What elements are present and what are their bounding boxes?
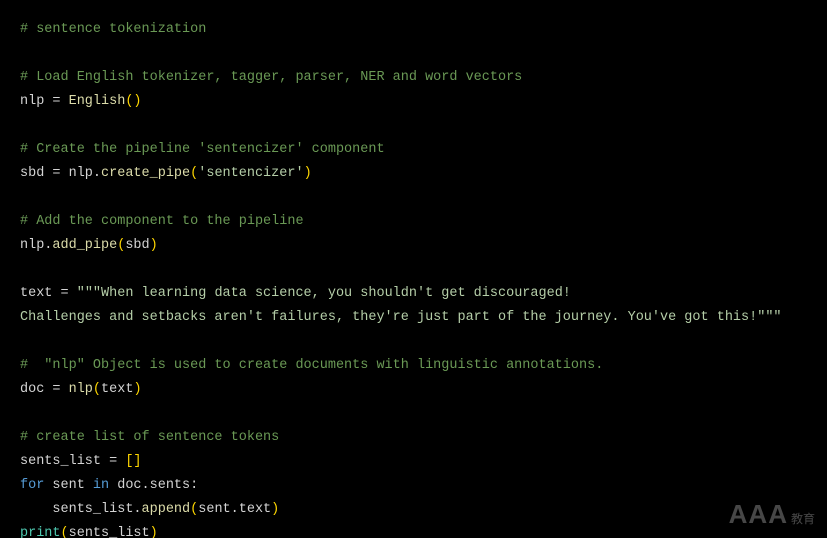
code-token: # sentence tokenization (20, 22, 206, 37)
code-line (20, 330, 807, 354)
code-token: in (93, 478, 109, 493)
code-token: nlp = (20, 94, 69, 109)
code-token: sbd = nlp. (20, 166, 101, 181)
code-token: ) (271, 502, 279, 517)
code-line: print(sents_list) (20, 522, 807, 538)
code-token: doc = (20, 382, 69, 397)
code-token: ) (150, 526, 158, 538)
code-token: # Load English tokenizer, tagger, parser… (20, 70, 522, 85)
code-line: # Add the component to the pipeline (20, 210, 807, 234)
code-token: print (20, 526, 61, 538)
code-token: ) (304, 166, 312, 181)
code-line: # "nlp" Object is used to create documen… (20, 354, 807, 378)
code-token: text (101, 382, 133, 397)
code-token: """When learning data science, you shoul… (77, 286, 571, 301)
code-line: # Load English tokenizer, tagger, parser… (20, 66, 807, 90)
code-line: # create list of sentence tokens (20, 426, 807, 450)
code-line: sbd = nlp.create_pipe('sentencizer') (20, 162, 807, 186)
code-token: # Add the component to the pipeline (20, 214, 304, 229)
code-line: Challenges and setbacks aren't failures,… (20, 306, 807, 330)
code-line (20, 402, 807, 426)
code-token: sents_list (69, 526, 150, 538)
code-line: nlp.add_pipe(sbd) (20, 234, 807, 258)
code-token: ) (150, 238, 158, 253)
code-token: [] (125, 454, 141, 469)
code-token: append (142, 502, 191, 517)
code-token: doc.sents: (109, 478, 198, 493)
code-token: ( (93, 382, 101, 397)
code-token: sents_list. (20, 502, 142, 517)
code-token: sent.text (198, 502, 271, 517)
code-line: text = """When learning data science, yo… (20, 282, 807, 306)
code-token: create_pipe (101, 166, 190, 181)
code-token: nlp. (20, 238, 52, 253)
code-line (20, 114, 807, 138)
code-line: # Create the pipeline 'sentencizer' comp… (20, 138, 807, 162)
code-token: English (69, 94, 126, 109)
code-line (20, 42, 807, 66)
code-token: 'sentencizer' (198, 166, 303, 181)
code-line: doc = nlp(text) (20, 378, 807, 402)
code-token: Challenges and setbacks aren't failures,… (20, 310, 782, 325)
code-line: # sentence tokenization (20, 18, 807, 42)
code-token: for (20, 478, 44, 493)
code-token: # Create the pipeline 'sentencizer' comp… (20, 142, 385, 157)
code-line: sents_list = [] (20, 450, 807, 474)
code-line: nlp = English() (20, 90, 807, 114)
code-token: sbd (125, 238, 149, 253)
code-token: () (125, 94, 141, 109)
code-token: add_pipe (52, 238, 117, 253)
code-token: ( (61, 526, 69, 538)
code-token: ) (133, 382, 141, 397)
code-editor: # sentence tokenization # Load English t… (0, 0, 827, 538)
code-token: nlp (69, 382, 93, 397)
code-token: text = (20, 286, 77, 301)
code-line (20, 186, 807, 210)
code-token: sents_list = (20, 454, 125, 469)
code-token: # "nlp" Object is used to create documen… (20, 358, 603, 373)
code-line: sents_list.append(sent.text) (20, 498, 807, 522)
code-token: # create list of sentence tokens (20, 430, 279, 445)
code-line (20, 258, 807, 282)
code-line: for sent in doc.sents: (20, 474, 807, 498)
code-token: sent (44, 478, 93, 493)
